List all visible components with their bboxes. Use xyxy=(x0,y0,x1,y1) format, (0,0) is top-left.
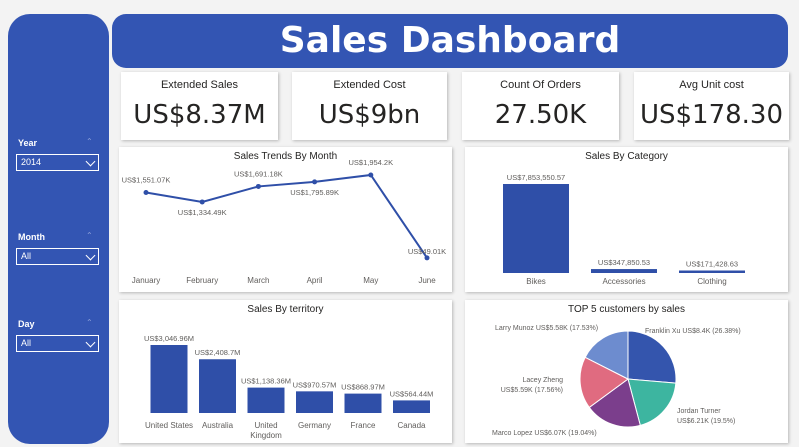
slice-data-label: Larry Munoz US$5.58K (17.53%) xyxy=(495,325,598,332)
sales-category-bar-chart: US$7,853,550.57 Bikes US$347,850.53 Accesso… xyxy=(503,173,745,286)
kpi-card-count-of-orders[interactable]: Count Of Orders 27.50K xyxy=(462,72,619,140)
x-tick-label: Accessories xyxy=(602,277,645,286)
x-tick-label: Kingdom xyxy=(250,431,282,440)
data-label: US$3,046.96M xyxy=(144,334,194,343)
slice-data-label: Lacey Zheng xyxy=(523,377,564,384)
kpi-value: US$9bn xyxy=(318,100,421,130)
top-customers-pie-chart: Franklin Xu US$8.4K (26.38%) Jordan Turne… xyxy=(492,325,741,437)
kpi-card-extended-sales[interactable]: Extended Sales US$8.37M xyxy=(121,72,278,140)
data-label: US$2,408.7M xyxy=(195,348,241,357)
data-label: US$1,795.89K xyxy=(290,188,339,197)
kpi-card-extended-cost[interactable]: Extended Cost US$9bn xyxy=(292,72,447,140)
data-point xyxy=(199,199,205,205)
x-tick-label: January xyxy=(132,276,160,285)
x-tick-label: France xyxy=(351,421,376,430)
kpi-title: Extended Sales xyxy=(160,79,239,91)
chevron-down-icon xyxy=(85,250,96,261)
bar xyxy=(150,345,188,413)
x-tick-label: Clothing xyxy=(697,277,726,286)
x-tick-label: Germany xyxy=(298,421,331,430)
pie-slice xyxy=(627,330,677,384)
day-filter-label: Day xyxy=(18,319,35,329)
bar xyxy=(247,387,285,413)
kpi-value: US$178.30 xyxy=(639,100,784,130)
sales-territory-bar-chart: US$3,046.96M United States US$2,408.7M Aust… xyxy=(144,334,434,440)
data-label: US$1,691.18K xyxy=(234,169,283,178)
x-tick-label: March xyxy=(247,276,269,285)
bar xyxy=(393,400,430,413)
slice-data-label: Franklin Xu US$8.4K (26.38%) xyxy=(645,328,741,335)
data-point xyxy=(368,172,374,178)
bar xyxy=(344,393,382,413)
data-label: US$868.97M xyxy=(341,383,385,392)
kpi-title: Avg Unit cost xyxy=(679,79,744,91)
header-banner: Sales Dashboard xyxy=(112,14,788,68)
x-tick-label: United xyxy=(254,421,277,430)
slice-data-label: US$6.21K (19.5%) xyxy=(677,418,735,425)
page-title: Sales Dashboard xyxy=(279,20,621,61)
data-label: US$1,9​54.2K xyxy=(348,158,393,167)
data-point xyxy=(143,190,149,196)
bar xyxy=(199,359,236,413)
bar xyxy=(503,184,569,273)
data-label: US$49.01K xyxy=(408,247,446,256)
data-label: US$1,334.49K xyxy=(178,208,227,217)
year-dropdown[interactable]: 2014 xyxy=(16,154,99,171)
data-label: US$1,551.07K xyxy=(122,176,171,185)
chevron-up-icon[interactable]: ⌃ xyxy=(86,231,93,240)
slice-data-label: US$5.59K (17.56%) xyxy=(501,387,563,394)
month-dropdown-value: All xyxy=(21,251,32,261)
x-tick-label: Australia xyxy=(202,421,234,430)
year-dropdown-value: 2014 xyxy=(21,157,42,167)
data-label: US$171,428.63 xyxy=(686,260,738,269)
kpi-card-avg-unit-cost[interactable]: Avg Unit cost US$178.30 xyxy=(634,72,789,140)
bar xyxy=(591,269,657,273)
kpi-value: 27.50K xyxy=(494,100,587,130)
chevron-down-icon xyxy=(85,337,96,348)
kpi-title: Extended Cost xyxy=(333,79,406,91)
top-customers-card[interactable]: TOP 5 customers by sales Franklin Xu US$… xyxy=(465,300,788,443)
chevron-down-icon xyxy=(85,156,96,167)
data-label: US$1,138.36M xyxy=(241,377,291,386)
x-tick-label: April xyxy=(307,276,323,285)
sales-trend-card[interactable]: Sales Trends By Month US$1,551.07K Januar… xyxy=(119,147,452,292)
x-tick-label: United States xyxy=(145,421,193,430)
sales-category-card[interactable]: Sales By Category US$7,853,550.57 Bikes US… xyxy=(465,147,788,292)
kpi-value: US$8.37M xyxy=(133,100,266,130)
data-point xyxy=(312,179,318,185)
data-label: US$564.44M xyxy=(390,389,434,398)
data-label: US$347,850.53 xyxy=(598,258,650,267)
year-filter-label: Year xyxy=(18,138,38,148)
x-tick-label: Canada xyxy=(397,421,426,430)
bar xyxy=(679,270,745,273)
data-point xyxy=(424,255,430,261)
month-filter-label: Month xyxy=(18,232,45,242)
x-tick-label: Bikes xyxy=(526,277,546,286)
sales-trend-line-chart: US$1,551.07K January US$1,334.49K February U… xyxy=(122,158,447,285)
data-label: US$7,853,550.57 xyxy=(507,173,565,182)
x-tick-label: June xyxy=(418,276,436,285)
kpi-title: Count Of Orders xyxy=(500,79,581,91)
x-tick-label: May xyxy=(363,276,378,285)
slice-data-label: Marco Lopez US$6.07K (19.04%) xyxy=(492,430,597,437)
chevron-up-icon[interactable]: ⌃ xyxy=(86,318,93,327)
data-label: US$970.57M xyxy=(293,380,337,389)
sales-territory-card[interactable]: Sales By territory US$3,046.96M United St… xyxy=(119,300,452,443)
slice-data-label: Jordan Turner xyxy=(677,408,721,415)
chevron-up-icon[interactable]: ⌃ xyxy=(86,137,93,146)
x-tick-label: February xyxy=(186,276,218,285)
day-dropdown[interactable]: All xyxy=(16,335,99,352)
data-point xyxy=(255,183,261,189)
month-dropdown[interactable]: All xyxy=(16,248,99,265)
filter-sidebar xyxy=(8,14,109,444)
bar xyxy=(296,391,333,413)
day-dropdown-value: All xyxy=(21,338,32,348)
